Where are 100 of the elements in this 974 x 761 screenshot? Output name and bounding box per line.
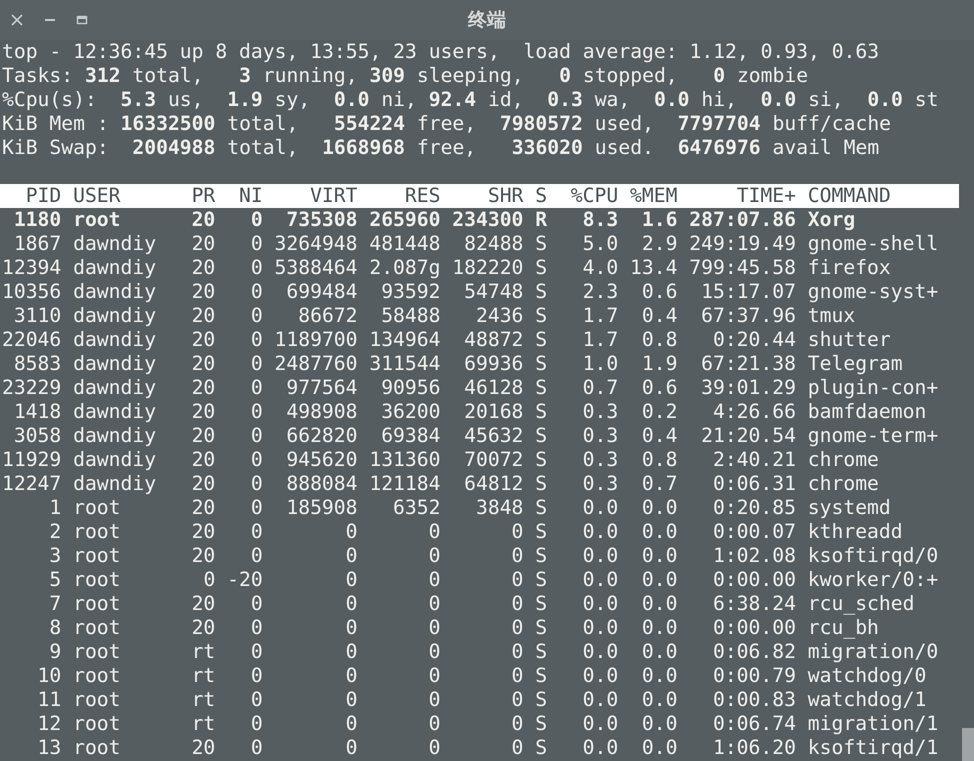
table-cell-text: 0:06.74 xyxy=(712,712,796,736)
table-cell-text: 20 xyxy=(190,376,216,400)
table-cell-text: 0 xyxy=(428,640,440,664)
table-cell-text: 10 xyxy=(36,664,62,688)
table-cell-text: 977564 xyxy=(285,376,358,400)
table-cell-text: 20 xyxy=(190,616,216,640)
table-cell-text: 0 xyxy=(344,640,358,664)
table-cell-text: 0 xyxy=(428,688,440,712)
table-cell: S xyxy=(535,592,548,616)
table-cell-text: rt xyxy=(190,640,216,664)
table-cell-text: 93592 xyxy=(380,280,440,304)
table-cell-text: 20 xyxy=(190,472,216,496)
column-header: %CPU xyxy=(570,184,618,208)
table-cell: 11929 xyxy=(2,448,62,472)
table-cell-text: 0.0 xyxy=(640,640,678,664)
table-cell-text: systemd xyxy=(808,496,892,520)
maximize-icon[interactable] xyxy=(76,15,88,25)
table-cell-text: 0.0 xyxy=(640,736,678,760)
table-cell-text: plugin-con+ xyxy=(808,376,940,400)
table-cell-text: rcu_bh xyxy=(808,616,880,640)
table-cell-text: chrome xyxy=(808,472,880,496)
column-header: COMMAND xyxy=(808,184,892,208)
table-cell-text: 1418 xyxy=(12,400,62,424)
summary-line: KiB Swap: 2004988 total, 1668968 free, 336020 used. 6476976 avail Mem xyxy=(2,136,880,160)
table-cell-text: 0:00.83 xyxy=(712,688,796,712)
table-cell-text: 4.0 xyxy=(582,256,618,280)
table-cell-text: 0.6 xyxy=(640,376,678,400)
table-cell-text: 735308 xyxy=(285,208,358,232)
table-cell: 134964 xyxy=(369,328,440,352)
table-cell-text: 0 xyxy=(250,520,263,544)
table-cell-text: 0 xyxy=(250,664,263,688)
table-cell: S xyxy=(535,424,548,448)
table-cell: S xyxy=(535,232,548,256)
table-cell-text: 0.7 xyxy=(640,472,678,496)
table-cell-text: 945620 xyxy=(285,448,358,472)
table-cell-text: 20 xyxy=(190,424,216,448)
table-cell-text: 5.0 xyxy=(582,232,618,256)
table-cell-text: dawndiy xyxy=(73,328,158,352)
table-cell-text: 0:06.82 xyxy=(712,640,796,664)
scrollbar-thumb[interactable] xyxy=(962,728,974,761)
table-cell: 131360 xyxy=(369,448,440,472)
table-cell-text: 2 xyxy=(48,520,62,544)
table-cell-text: 0.0 xyxy=(640,544,678,568)
table-cell-text: firefox xyxy=(808,256,892,280)
table-cell-text: 2.9 xyxy=(640,232,678,256)
table-cell-text: 20 xyxy=(190,352,216,376)
table-cell-text: 0.0 xyxy=(582,640,618,664)
table-cell-text: 0.0 xyxy=(640,568,678,592)
table-cell: S xyxy=(535,448,548,472)
table-cell: 12394 xyxy=(2,256,62,280)
table-cell-text: 0.4 xyxy=(640,304,678,328)
summary-line: %Cpu(s): 5.3 us, 1.9 sy, 0.0 ni, 92.4 id, 0.3 wa, 0.0 hi, 0.0 si, 0.0 st xyxy=(2,88,940,112)
table-cell-text: 1180 xyxy=(12,208,62,232)
table-cell-text: 39:01.29 xyxy=(700,376,796,400)
table-cell-text: root xyxy=(73,616,122,640)
table-cell-text: 8583 xyxy=(12,352,62,376)
table-cell-text: 0 xyxy=(510,712,524,736)
table-cell: S xyxy=(535,256,548,280)
table-cell-text: 0 xyxy=(344,688,358,712)
table-cell-text: dawndiy xyxy=(73,424,158,448)
table-cell-text: dawndiy xyxy=(73,256,158,280)
table-cell-text: dawndiy xyxy=(73,472,158,496)
table-cell-text: 20 xyxy=(190,328,216,352)
table-cell: 23229 xyxy=(2,376,62,400)
table-cell: 182220 xyxy=(452,256,524,280)
table-cell: S xyxy=(535,688,548,712)
table-cell-text: 86672 xyxy=(297,304,358,328)
table-cell-text: 0.0 xyxy=(582,736,618,760)
minimize-icon[interactable] xyxy=(44,18,56,22)
table-cell-text: root xyxy=(73,520,122,544)
table-cell: S xyxy=(535,712,548,736)
table-cell: S xyxy=(535,328,548,352)
table-cell-text: dawndiy xyxy=(73,352,158,376)
table-cell-text: 8 xyxy=(48,616,62,640)
table-cell-text: 0:00.79 xyxy=(712,664,796,688)
table-cell: 5388464 xyxy=(274,256,358,280)
table-cell-text: 0 xyxy=(428,712,440,736)
table-cell-text: root xyxy=(73,712,122,736)
table-cell-text: migration/1 xyxy=(808,712,940,736)
table-cell-text: 9 xyxy=(48,640,62,664)
table-cell-text: gnome-shell xyxy=(808,232,940,256)
table-cell-text: 0 xyxy=(344,664,358,688)
table-cell: 13.4 xyxy=(630,256,678,280)
table-cell-text: 20 xyxy=(190,736,216,760)
table-cell-text: 20 xyxy=(190,448,216,472)
table-cell-text: root xyxy=(73,208,122,232)
close-icon[interactable] xyxy=(10,13,24,27)
table-cell-text: 0.0 xyxy=(640,712,678,736)
table-cell: S xyxy=(535,640,548,664)
table-cell-text: 0 xyxy=(250,208,263,232)
table-cell-text: 0.0 xyxy=(582,712,618,736)
table-cell-text: 0 xyxy=(250,376,263,400)
summary-line: Tasks: 312 total, 3 running, 309 sleeping, 0 stopped, 0 zombie xyxy=(2,64,810,88)
table-cell-text: 67:21.38 xyxy=(700,352,796,376)
table-cell-text: 0.0 xyxy=(582,520,618,544)
table-cell-text: root xyxy=(73,664,122,688)
table-cell-text: 20 xyxy=(190,544,216,568)
table-cell-text: 0.0 xyxy=(582,616,618,640)
table-cell-text: 0.3 xyxy=(582,472,618,496)
table-cell-text: 46128 xyxy=(463,376,524,400)
